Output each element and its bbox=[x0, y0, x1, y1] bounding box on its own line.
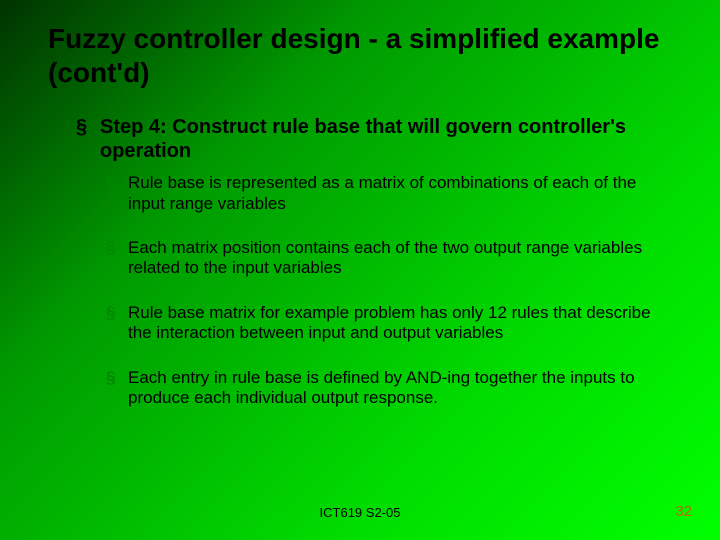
step-heading: Step 4: Construct rule base that will go… bbox=[70, 115, 670, 163]
bullet-item: Each entry in rule base is defined by AN… bbox=[100, 368, 670, 409]
bullet-item: Rule base is represented as a matrix of … bbox=[100, 173, 670, 214]
bullet-item: Rule base matrix for example problem has… bbox=[100, 303, 670, 344]
footer-course-code: ICT619 S2-05 bbox=[0, 505, 720, 520]
slide-number: 32 bbox=[675, 503, 692, 520]
slide-title: Fuzzy controller design - a simplified e… bbox=[0, 0, 720, 97]
slide-content: Step 4: Construct rule base that will go… bbox=[0, 97, 720, 408]
bullet-item: Each matrix position contains each of th… bbox=[100, 238, 670, 279]
